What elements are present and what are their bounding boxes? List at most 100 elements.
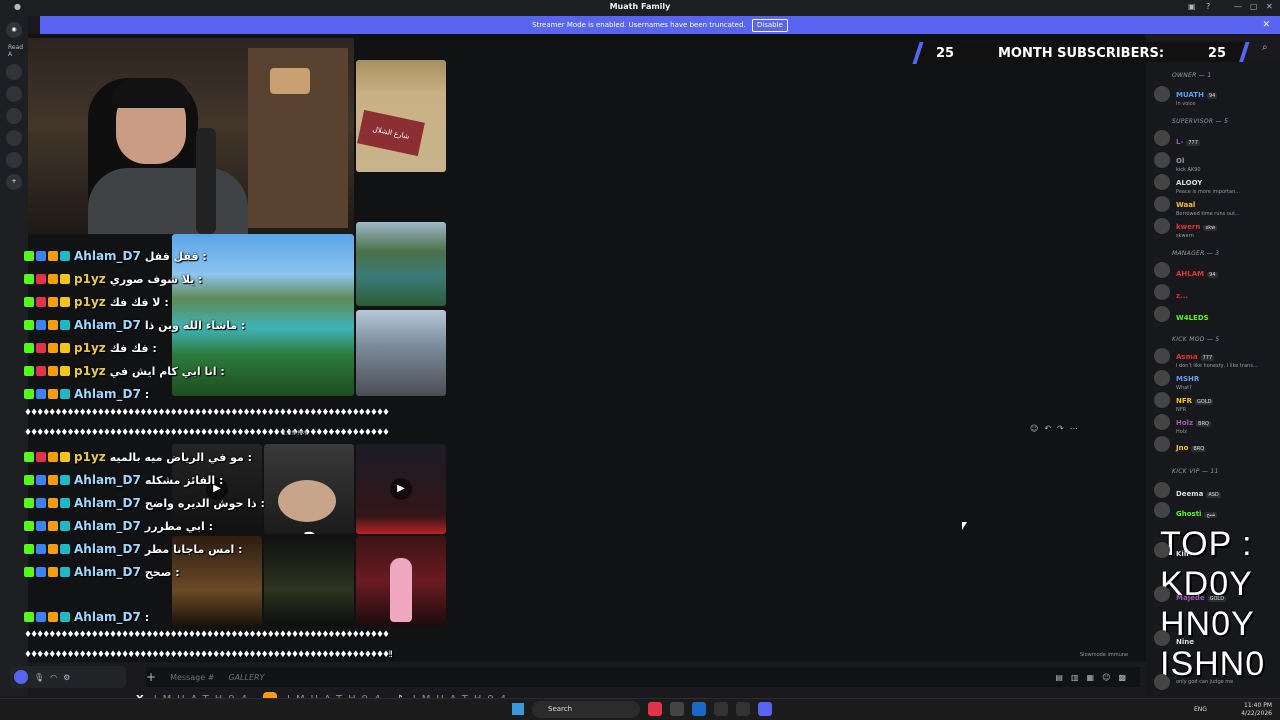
apps-icon[interactable]: ▩ [1118,673,1126,682]
server-icon[interactable] [6,64,22,80]
girl-photo[interactable] [356,536,446,626]
avatar[interactable] [1154,174,1170,190]
member-group-header[interactable]: KICK MOD — 5 [1172,336,1220,343]
reply-icon[interactable]: ↶ [1044,424,1051,433]
member-item[interactable]: Jno BRQ [1154,434,1276,454]
member-item[interactable]: NFR GOLD NFR [1154,390,1276,413]
member-item[interactable]: L- 777 [1154,128,1276,148]
member-item[interactable]: MUATH 94 In voice [1154,84,1276,107]
read-all-label[interactable]: Read A [8,44,28,58]
avatar[interactable] [1154,348,1170,364]
member-tag: ASD [1206,491,1221,498]
avatar[interactable] [1154,586,1170,602]
face-photo[interactable]: x2 [264,444,354,534]
attach-icon[interactable]: + [146,670,156,684]
avatar[interactable] [1154,218,1170,234]
avatar[interactable] [1154,482,1170,498]
avatar[interactable] [1154,392,1170,408]
member-group-header[interactable]: MANAGER — 3 [1172,250,1219,257]
add-server-icon[interactable]: + [6,174,22,190]
member-item[interactable]: kwern xkw skwern [1154,216,1276,239]
maximize-button[interactable]: ▢ [1250,2,1258,11]
avatar[interactable] [1154,502,1170,518]
member-item[interactable]: Majede GOLD [1154,584,1276,604]
member-item[interactable]: ALOOY Peace is more importan... [1154,172,1276,195]
chat-badge-icon [36,343,46,353]
member-item[interactable]: only god can judge me [1154,672,1276,692]
inbox-icon[interactable]: ▣ [1188,2,1196,11]
avatar[interactable] [1154,284,1170,300]
avatar[interactable] [1154,196,1170,212]
help-icon[interactable]: ? [1206,2,1210,11]
avatar[interactable] [1154,630,1170,646]
app-icon[interactable] [714,702,728,716]
avatar[interactable] [1154,262,1170,278]
member-item[interactable]: Ol kick AK90 [1154,150,1276,173]
user-avatar[interactable] [14,670,28,684]
headphones-icon[interactable]: ◠ [50,673,57,682]
member-item[interactable]: AHLAM 94 [1154,260,1276,280]
member-item[interactable]: Kill [1154,540,1276,560]
member-item[interactable]: z... [1154,282,1276,302]
message-input[interactable]: Message # [170,673,214,682]
close-window-button[interactable]: ✕ [1266,2,1273,11]
avatar[interactable] [1154,414,1170,430]
brave-icon[interactable] [648,702,662,716]
server-icon[interactable] [6,86,22,102]
chat-line: Ahlam_D7: [24,384,149,404]
server-icon[interactable] [6,108,22,124]
member-item[interactable]: Nine [1154,628,1276,648]
member-item[interactable]: Waal Borrowed time runs out... [1154,194,1276,217]
reaction-icon[interactable]: ☺ [1030,424,1038,433]
server-icon[interactable] [6,130,22,146]
discord-taskbar-icon[interactable] [758,702,772,716]
app-icon[interactable] [670,702,684,716]
minimize-button[interactable]: — [1234,2,1242,11]
avatar[interactable] [1154,370,1170,386]
garden-night-photo[interactable] [264,536,354,626]
member-group-header[interactable]: KICK VIP — 11 [1172,468,1219,475]
app-icon[interactable] [736,702,750,716]
avatar[interactable] [1154,542,1170,558]
river-photo[interactable] [356,222,446,306]
forward-icon[interactable]: ↷ [1057,424,1064,433]
language-indicator[interactable]: ENG [1194,706,1207,713]
city-photo[interactable] [356,310,446,396]
avatar[interactable] [1154,674,1170,690]
home-icon[interactable]: ◉ [6,22,22,38]
taskbar-search[interactable]: Search [532,701,640,718]
avatar[interactable] [1154,306,1170,322]
play-icon[interactable]: ▶ [390,478,412,500]
member-name: Kill [1176,549,1189,558]
avatar[interactable] [1154,130,1170,146]
member-item[interactable]: Holz BRQ Holz [1154,412,1276,435]
avatar[interactable] [1154,436,1170,452]
avatar[interactable] [1154,86,1170,102]
disable-streamer-button[interactable]: Disable [751,19,788,32]
gift-icon[interactable]: ▤ [1055,673,1063,682]
member-item[interactable]: Deema ASD [1154,480,1276,500]
windows-start-icon[interactable] [512,703,524,715]
dismiss-banner-icon[interactable]: ✕ [1262,16,1270,34]
more-icon[interactable]: ⋯ [1070,424,1078,433]
member-item[interactable]: Ghosti شبح [1154,500,1276,520]
member-item[interactable]: W4LEDS [1154,304,1276,324]
server-icon[interactable] [6,152,22,168]
emoji-icon[interactable]: ☺ [1102,673,1110,682]
wall-photo[interactable]: شارع الشلال [356,60,446,172]
clock[interactable]: 11:40 PM 4/22/2026 [1241,702,1272,718]
member-item[interactable]: Asma 777 I don't like honesty, I like tran… [1154,346,1276,369]
gif-icon[interactable]: ▥ [1071,673,1079,682]
avatar[interactable] [1154,152,1170,168]
window-titlebar: ● Muath Family ▣ ? — ▢ ✕ [0,0,1280,16]
sticker-icon[interactable]: ▦ [1087,673,1095,682]
steam-icon[interactable] [692,702,706,716]
member-item[interactable]: MSHR What? [1154,368,1276,391]
message-composer[interactable]: + Message # GALLERY ▤ ▥ ▦ ☺ ▩ [146,667,1140,687]
member-group-header[interactable]: SUPERVISOR — 5 [1172,118,1228,125]
mic-icon[interactable]: 🎙 [34,673,44,682]
search-icon[interactable]: ⌕ [1262,42,1268,53]
car-video[interactable]: ▶ [356,444,446,534]
member-group-header[interactable]: OWNER — 1 [1172,72,1211,79]
settings-icon[interactable]: ⚙ [63,673,70,682]
